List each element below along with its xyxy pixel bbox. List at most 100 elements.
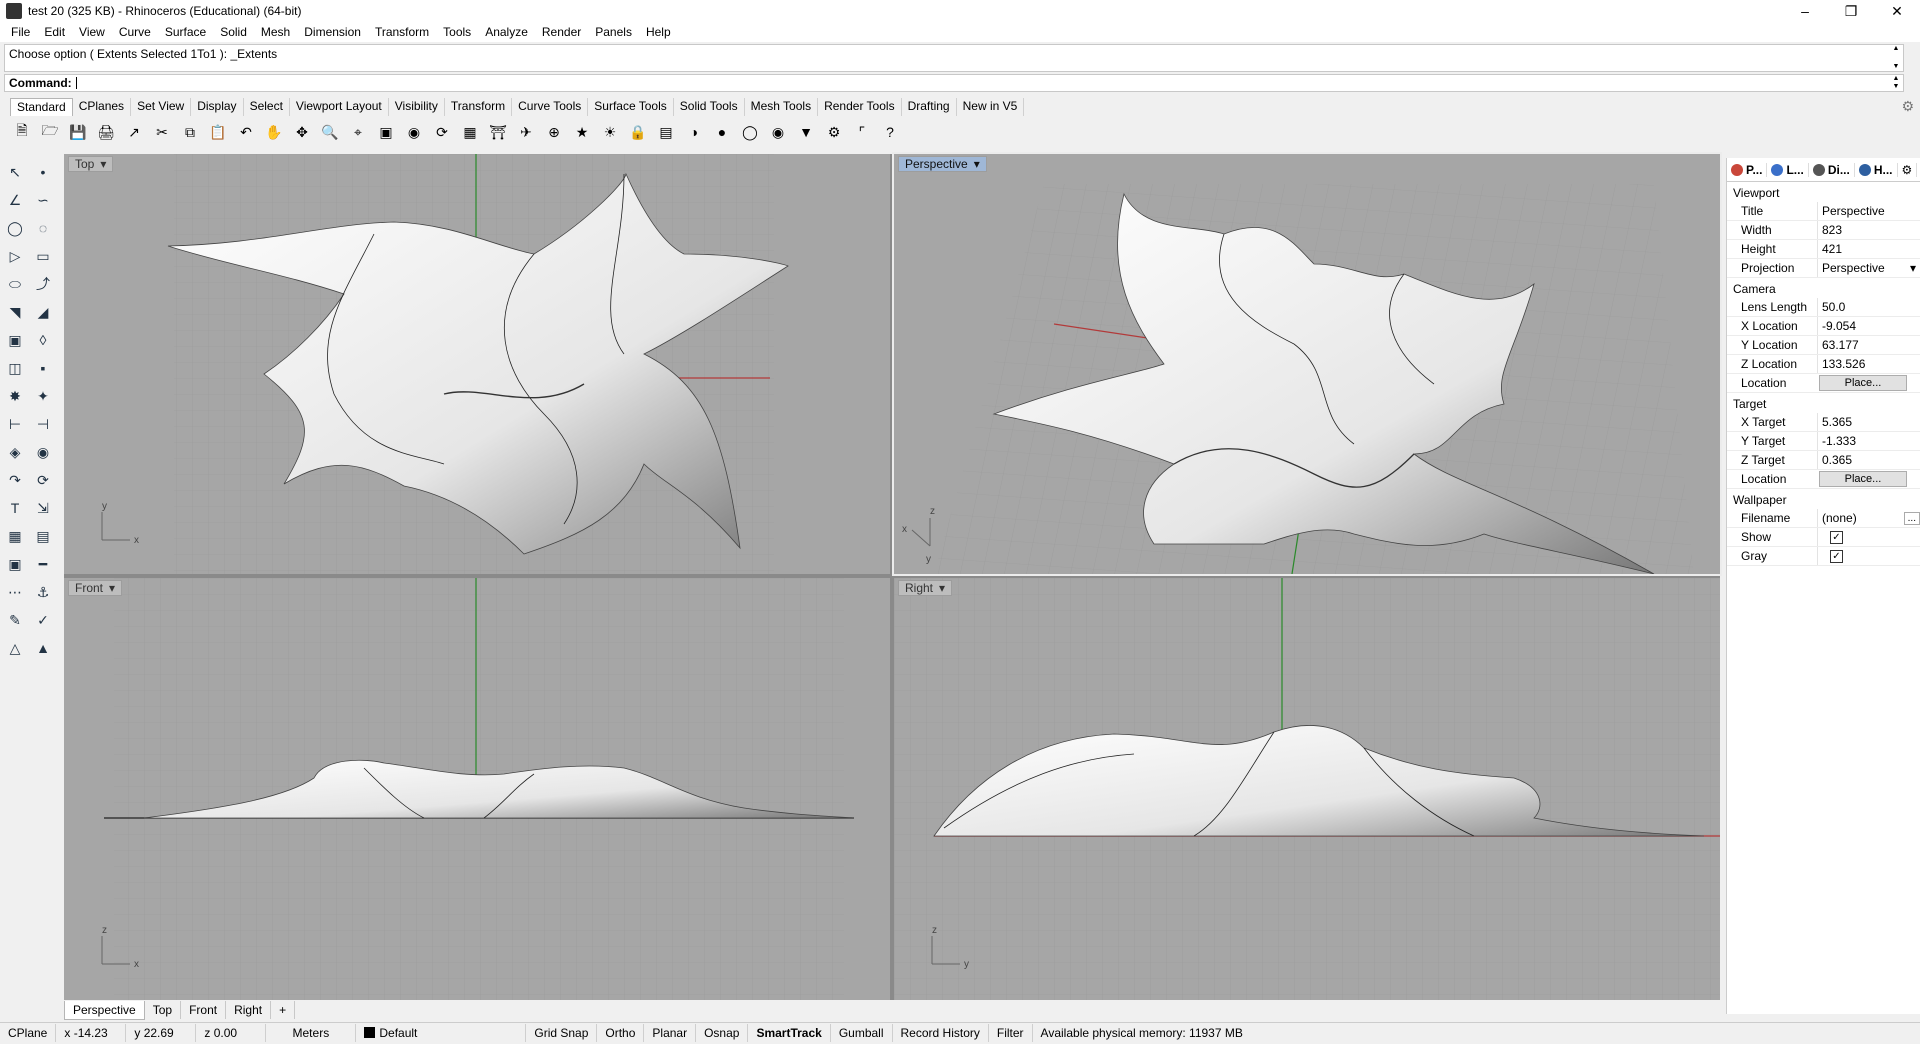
viewport-perspective[interactable]: Perspective ▾ z x y <box>892 152 1722 576</box>
command-line[interactable]: Command: ▲ ▼ <box>4 74 1904 92</box>
osnap-icon[interactable]: ★ <box>570 120 594 144</box>
viewport-menu-icon[interactable]: ▾ <box>939 581 945 595</box>
rotate-icon[interactable]: ⟳ <box>30 468 56 492</box>
lock-icon[interactable]: 🔒 <box>626 120 650 144</box>
status-planar[interactable]: Planar <box>644 1023 697 1042</box>
tab-set-view[interactable]: Set View <box>131 98 192 116</box>
tab-surface-tools[interactable]: Surface Tools <box>588 98 674 116</box>
prop-x-target-value[interactable]: 5.365 <box>1817 413 1920 431</box>
menu-edit[interactable]: Edit <box>37 25 72 39</box>
vp-tab-right[interactable]: Right <box>226 1001 272 1019</box>
prop-y-target-value[interactable]: -1.333 <box>1817 432 1920 450</box>
vp-tab-top[interactable]: Top <box>145 1001 182 1019</box>
paste-icon[interactable]: 📋 <box>206 120 230 144</box>
viewport-right[interactable]: Right ▾ z y <box>894 578 1720 1000</box>
zoom-window-icon[interactable]: ⌖ <box>346 120 370 144</box>
tab-curve-tools[interactable]: Curve Tools <box>512 98 589 116</box>
save-icon[interactable]: 💾 <box>66 120 90 144</box>
menu-curve[interactable]: Curve <box>112 25 158 39</box>
help-icon[interactable]: ? <box>878 120 902 144</box>
split-icon[interactable]: ⊣ <box>30 412 56 436</box>
shaded-sphere-icon[interactable]: ● <box>710 120 734 144</box>
open-icon[interactable]: 🗁 <box>38 120 62 144</box>
render-icon[interactable]: ◉ <box>766 120 790 144</box>
blast-icon[interactable]: ✦ <box>30 384 56 408</box>
menu-render[interactable]: Render <box>535 25 588 39</box>
rotate-view-icon[interactable]: ⟳ <box>430 120 454 144</box>
status-smarttrack[interactable]: SmartTrack <box>748 1023 831 1042</box>
tab-drafting[interactable]: Drafting <box>902 98 957 116</box>
array-icon[interactable]: ⋯ <box>2 580 28 604</box>
menu-help[interactable]: Help <box>639 25 678 39</box>
status-filter[interactable]: Filter <box>989 1023 1033 1042</box>
menu-mesh[interactable]: Mesh <box>254 25 297 39</box>
prop-title-value[interactable]: Perspective <box>1817 202 1920 220</box>
edit-points-icon[interactable]: ✎ <box>2 608 28 632</box>
solid-box-icon[interactable]: ▣ <box>2 552 28 576</box>
trim-icon[interactable]: ⊢ <box>2 412 28 436</box>
menu-surface[interactable]: Surface <box>158 25 213 39</box>
pan-icon[interactable]: ✋ <box>262 120 286 144</box>
mesh-icon[interactable]: ▪ <box>30 356 56 380</box>
viewport-label-front[interactable]: Front ▾ <box>68 580 123 596</box>
tab-render-tools[interactable]: Render Tools <box>818 98 902 116</box>
arc-icon[interactable]: ◌ <box>30 216 56 240</box>
tab-viewport-layout[interactable]: Viewport Layout <box>290 98 389 116</box>
prop-lens-value[interactable]: 50.0 <box>1817 298 1920 316</box>
move-view-icon[interactable]: ✥ <box>290 120 314 144</box>
chevron-down-icon[interactable]: ▾ <box>1910 261 1920 275</box>
prop-z-location-value[interactable]: 133.526 <box>1817 355 1920 373</box>
surface-corner-icon[interactable]: ◥ <box>2 300 28 324</box>
gray-checkbox[interactable]: ✓ <box>1830 549 1843 563</box>
analyze-icon[interactable]: ▤ <box>30 524 56 548</box>
layer-icon[interactable]: ▤ <box>654 120 678 144</box>
prop-width-value[interactable]: 823 <box>1817 221 1920 239</box>
check-icon[interactable]: ✓ <box>30 608 56 632</box>
cut-icon[interactable]: ✂ <box>150 120 174 144</box>
move-icon[interactable]: ↷ <box>2 468 28 492</box>
menu-view[interactable]: View <box>72 25 112 39</box>
plane-icon[interactable]: ✈ <box>514 120 538 144</box>
restore-icon[interactable]: ❐ <box>1828 0 1874 22</box>
cplane-icon[interactable]: ⊕ <box>542 120 566 144</box>
panel-tab-help[interactable]: H... <box>1855 162 1898 177</box>
toolbar-options-gear-icon[interactable]: ⚙ <box>1901 98 1914 115</box>
new-icon[interactable]: 🗎 <box>10 120 34 144</box>
history-scroll[interactable]: ▲ ▼ <box>1889 45 1903 71</box>
tab-select[interactable]: Select <box>244 98 290 116</box>
triangle-icon[interactable]: ▷ <box>2 244 28 268</box>
circle-icon[interactable]: ◯ <box>2 216 28 240</box>
layout-icon[interactable]: △ <box>2 636 28 660</box>
command-scroll[interactable]: ▲ ▼ <box>1889 75 1903 91</box>
viewport-label-top[interactable]: Top ▾ <box>68 156 114 172</box>
browse-button[interactable]: ... <box>1903 511 1920 525</box>
menu-panels[interactable]: Panels <box>588 25 639 39</box>
prop-y-location-value[interactable]: 63.177 <box>1817 336 1920 354</box>
zoom-selected-icon[interactable]: ◉ <box>402 120 426 144</box>
prop-height-value[interactable]: 421 <box>1817 240 1920 258</box>
tab-new-in-v5[interactable]: New in V5 <box>957 98 1025 116</box>
prop-projection-select[interactable]: Perspective ▾ <box>1817 259 1920 277</box>
text-icon[interactable]: T <box>2 496 28 520</box>
show-checkbox[interactable]: ✓ <box>1830 530 1843 544</box>
tab-visibility[interactable]: Visibility <box>389 98 445 116</box>
minimize-icon[interactable]: – <box>1782 0 1828 22</box>
viewport-menu-icon[interactable]: ▾ <box>109 581 115 595</box>
gumball-tool-icon[interactable]: ⚓ <box>30 580 56 604</box>
panel-tab-layers[interactable]: L... <box>1767 162 1809 177</box>
tab-cplanes[interactable]: CPlanes <box>73 98 132 116</box>
close-icon[interactable]: ✕ <box>1874 0 1920 22</box>
vp-tab-front[interactable]: Front <box>181 1001 227 1019</box>
menu-tools[interactable]: Tools <box>436 25 478 39</box>
point-icon[interactable]: • <box>30 160 56 184</box>
panel-options-gear-icon[interactable]: ⚙ <box>1898 162 1918 177</box>
ruler-icon[interactable]: ━ <box>30 552 56 576</box>
color-wheel-icon[interactable]: ◑ <box>682 120 706 144</box>
viewport-menu-icon[interactable]: ▾ <box>100 157 106 171</box>
cylinder-icon[interactable]: ◫ <box>2 356 28 380</box>
curve-icon[interactable]: ∽ <box>30 188 56 212</box>
status-cplane[interactable]: CPlane <box>0 1023 57 1042</box>
undo-icon[interactable]: ↶ <box>234 120 258 144</box>
status-ortho[interactable]: Ortho <box>597 1023 645 1042</box>
join-icon[interactable]: ◉ <box>30 440 56 464</box>
